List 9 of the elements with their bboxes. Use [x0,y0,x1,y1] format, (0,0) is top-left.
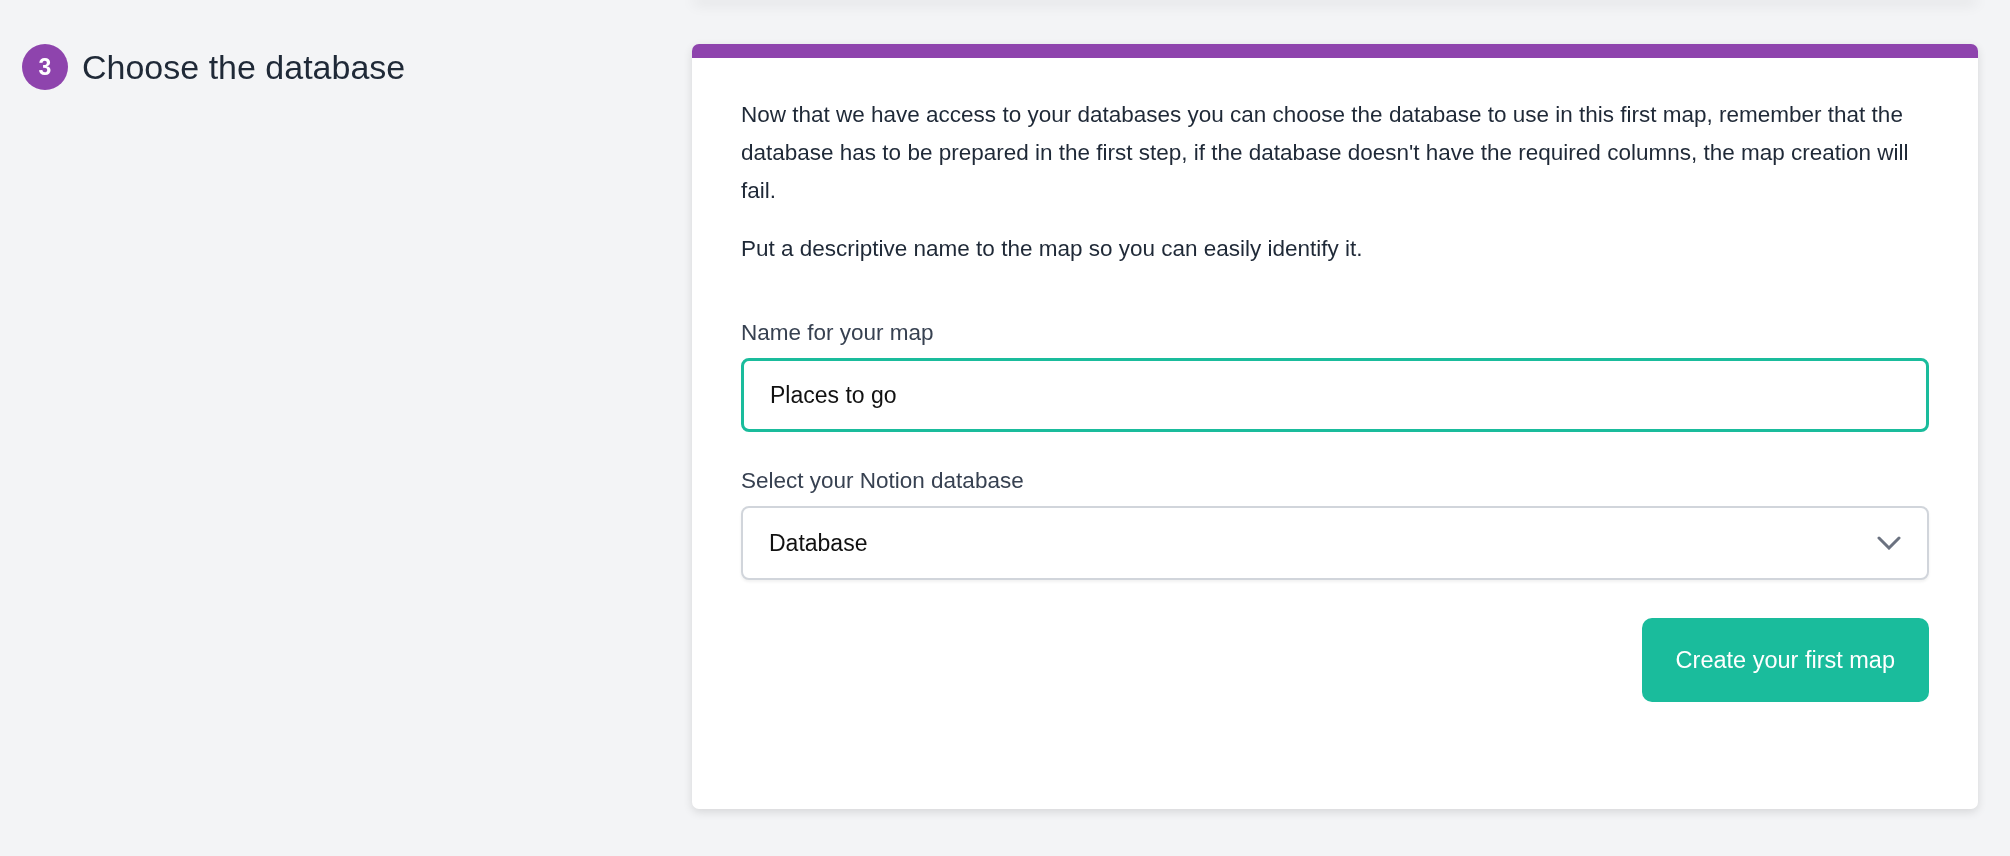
paragraph: Now that we have access to your databases you can choose the database to use in this first map, remember that the database has to be prepared in the first step, if the database doesn't have the required columns, the map creation will fail. [741,101,1910,205]
input-field[interactable]: Places to go [741,358,1929,432]
field-label: Select your Notion database [741,468,1025,494]
chevron-down-icon [1877,536,1901,550]
select-dropdown[interactable]: Database [741,506,1929,580]
field-label: Name for your map [741,320,935,346]
step-title: Choose the database [82,47,406,87]
step-number: 3 [22,44,68,90]
paragraph: Put a descriptive name to the map so you can easily identify it. [741,235,1364,263]
